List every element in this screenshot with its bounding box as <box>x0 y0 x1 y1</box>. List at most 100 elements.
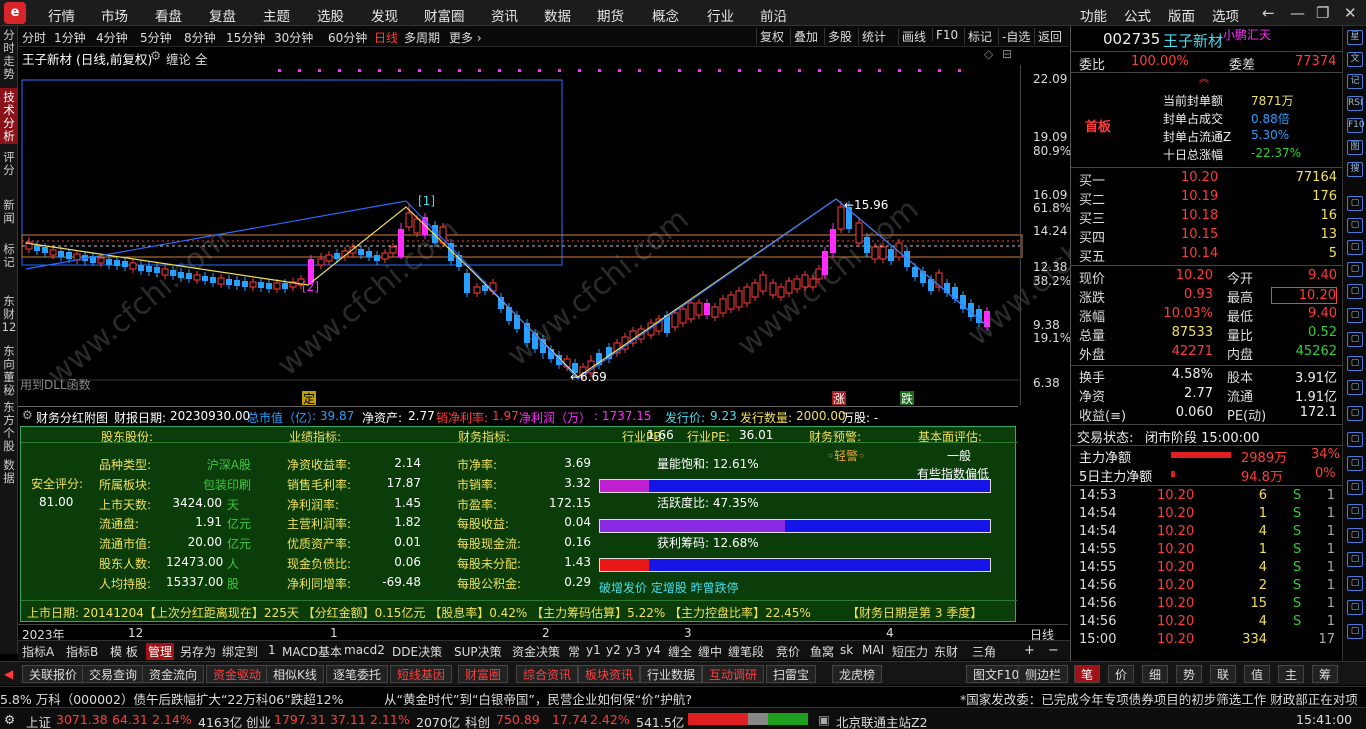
menu-right-item[interactable]: 选项 <box>1212 5 1239 25</box>
toolbar-right-button[interactable]: 统计 <box>858 28 889 45</box>
close-icon[interactable]: ✕ <box>1344 4 1357 22</box>
remove-icon[interactable]: − <box>1048 643 1059 658</box>
indicator-tab[interactable]: 短压力 <box>890 643 930 660</box>
indicator-tab[interactable]: 东财 <box>932 643 960 660</box>
bottom-bar-button[interactable]: 行业数据 <box>640 665 703 683</box>
toolbar-right-button[interactable]: 标记 <box>964 28 995 45</box>
period-8[interactable]: 日线 <box>374 29 398 46</box>
menu-right-item[interactable]: 版面 <box>1168 5 1195 25</box>
indicator-tab[interactable]: SUP决策 <box>452 643 504 660</box>
left-tab[interactable]: 东财12 <box>0 292 18 338</box>
toolbar-right-button[interactable]: 复权 <box>756 28 787 45</box>
menu-item[interactable]: 看盘 <box>155 5 182 25</box>
sidebar-tool-icon[interactable]: ▢ <box>1347 240 1363 255</box>
indicator-tab[interactable]: 鱼窝 <box>808 643 836 660</box>
indicator-tab[interactable]: MACD基本 <box>280 643 344 660</box>
indicator-tab[interactable]: y3 <box>624 643 643 657</box>
period-5[interactable]: 15分钟 <box>226 29 265 46</box>
indicator-tab[interactable]: 指标B <box>64 643 100 660</box>
indicator-tab[interactable]: y1 <box>584 643 603 657</box>
triangle-left-icon[interactable]: ◀ <box>4 667 13 681</box>
indicator-tab[interactable]: 三角 <box>970 643 998 660</box>
server[interactable]: 北京联通主站Z2 <box>836 712 928 729</box>
sidebar-tool-icon[interactable]: ▢ <box>1347 284 1363 299</box>
right-panel-tab[interactable]: 筹 <box>1312 665 1339 683</box>
right-panel-tab[interactable]: 联 <box>1210 665 1237 683</box>
bottom-bar-button[interactable]: 短线基因 <box>390 665 453 683</box>
sidebar-tool-icon[interactable]: ▢ <box>1347 432 1363 447</box>
menu-item[interactable]: 前沿 <box>760 5 787 25</box>
left-tab[interactable]: 分时走势 <box>0 26 18 84</box>
bottom-bar-button[interactable]: 财富圈 <box>458 665 509 683</box>
period-0[interactable]: 分时 <box>22 29 46 46</box>
left-tab[interactable]: 数据 <box>0 456 18 496</box>
bottom-bar-button[interactable]: 板块资讯 <box>578 665 641 683</box>
indicator-tab[interactable]: 竞价 <box>774 643 802 660</box>
toolbar-right-button[interactable]: F10 <box>932 28 961 42</box>
left-tab[interactable]: 评分 <box>0 148 18 192</box>
sidebar-tool-icon[interactable]: ▢ <box>1347 552 1363 567</box>
restore-icon[interactable]: ❐ <box>1316 4 1329 22</box>
left-tab[interactable]: 新闻 <box>0 196 18 238</box>
bottom-bar-button[interactable]: 资金驱动 <box>206 665 269 683</box>
indicator-tab[interactable]: 管理 <box>146 643 175 660</box>
period-6[interactable]: 30分钟 <box>274 29 313 46</box>
indicator-tab[interactable]: DDE决策 <box>390 643 444 660</box>
sidebar-tool-icon[interactable]: ▢ <box>1347 356 1363 371</box>
add-icon[interactable]: + <box>1024 643 1035 658</box>
indicator-tab[interactable]: 模 板 <box>108 643 140 660</box>
indicator-tab[interactable]: 指标A <box>20 643 56 660</box>
ticker-right[interactable]: *国家发改委：已完成今年专项债券项目的初步筛选工作 财政部正在对项 <box>960 689 1358 708</box>
indicator-tab[interactable]: 资金决策 <box>510 643 562 660</box>
indicator-tab[interactable]: macd2 <box>342 643 387 657</box>
indicator-tab[interactable]: 缠笔段 <box>726 643 766 660</box>
bottom-bar-button[interactable]: 关联报价 <box>22 665 85 683</box>
sidebar-tool-icon[interactable]: ▢ <box>1347 332 1363 347</box>
indicator-settings-icon[interactable]: ⚙ <box>150 48 161 63</box>
kline-chart[interactable]: www.cfchi.com www.cfchi.com www.cfchi.com w… <box>18 47 1070 407</box>
bottom-bar-button[interactable]: 龙虎榜 <box>832 665 883 683</box>
menu-item[interactable]: 选股 <box>317 5 344 25</box>
indicator-name[interactable]: 缠论 全 <box>166 49 207 68</box>
sidebar-tool-icon[interactable]: ▢ <box>1347 600 1363 615</box>
right-panel-tab[interactable]: 价 <box>1108 665 1135 683</box>
sidebar-tool-icon[interactable]: ▢ <box>1347 528 1363 543</box>
indicator-tab[interactable]: 缠中 <box>696 643 724 660</box>
bottom-bar-button[interactable]: 扫雷宝 <box>766 665 817 683</box>
settings-icon[interactable]: ⚙ <box>4 712 15 727</box>
sidebar-icon[interactable]: 星 <box>1347 30 1363 45</box>
indicator-tab[interactable]: 常 <box>566 643 582 660</box>
bottom-bar-button[interactable]: 互动调研 <box>702 665 765 683</box>
stock-tag[interactable]: 小鹏汇天 <box>1223 26 1271 43</box>
menu-right-item[interactable]: 功能 <box>1080 5 1107 25</box>
menu-item[interactable]: 行业 <box>707 5 734 25</box>
sidebar-icon[interactable]: RSI <box>1347 96 1363 111</box>
sidebar-tool-icon[interactable]: ▢ <box>1347 456 1363 471</box>
sidebar-tool-icon[interactable]: ▢ <box>1347 504 1363 519</box>
indicator-tab[interactable]: 缠全 <box>666 643 694 660</box>
menu-item[interactable]: 复盘 <box>209 5 236 25</box>
tag-icon[interactable]: ▣ <box>818 712 830 727</box>
period-9[interactable]: 多周期 <box>404 29 440 46</box>
bid-price[interactable]: 10.15 <box>1181 227 1218 242</box>
indicator-tab[interactable]: 另存为 <box>178 643 218 660</box>
indicator-tab[interactable]: y4 <box>644 643 663 657</box>
period-7[interactable]: 60分钟 <box>328 29 367 46</box>
menu-right-item[interactable]: 公式 <box>1124 5 1151 25</box>
indicator-tab[interactable]: 1 <box>266 643 278 657</box>
right-panel-tab[interactable]: 笔 <box>1074 665 1101 683</box>
menu-item[interactable]: 财富圈 <box>424 5 465 25</box>
toolbar-right-button[interactable]: -自选 <box>998 28 1033 45</box>
indicator-tab[interactable]: 绑定到 <box>220 643 260 660</box>
sidebar-icon[interactable]: F10 <box>1347 118 1365 133</box>
menu-item[interactable]: 概念 <box>652 5 679 25</box>
diamond-icon[interactable]: ◇ <box>984 47 993 61</box>
bid-price[interactable]: 10.18 <box>1181 208 1218 223</box>
settings-icon[interactable]: ⚙ <box>22 408 33 422</box>
sidebar-tool-icon[interactable]: ▢ <box>1347 308 1363 323</box>
bottom-bar-button[interactable]: 逐笔委托 <box>326 665 389 683</box>
minimize-chart-icon[interactable]: ⊟ <box>1002 47 1012 61</box>
period-10[interactable]: 更多 › <box>449 29 482 46</box>
right-panel-tab[interactable]: 值 <box>1244 665 1271 683</box>
right-panel-tab[interactable]: 主 <box>1278 665 1305 683</box>
